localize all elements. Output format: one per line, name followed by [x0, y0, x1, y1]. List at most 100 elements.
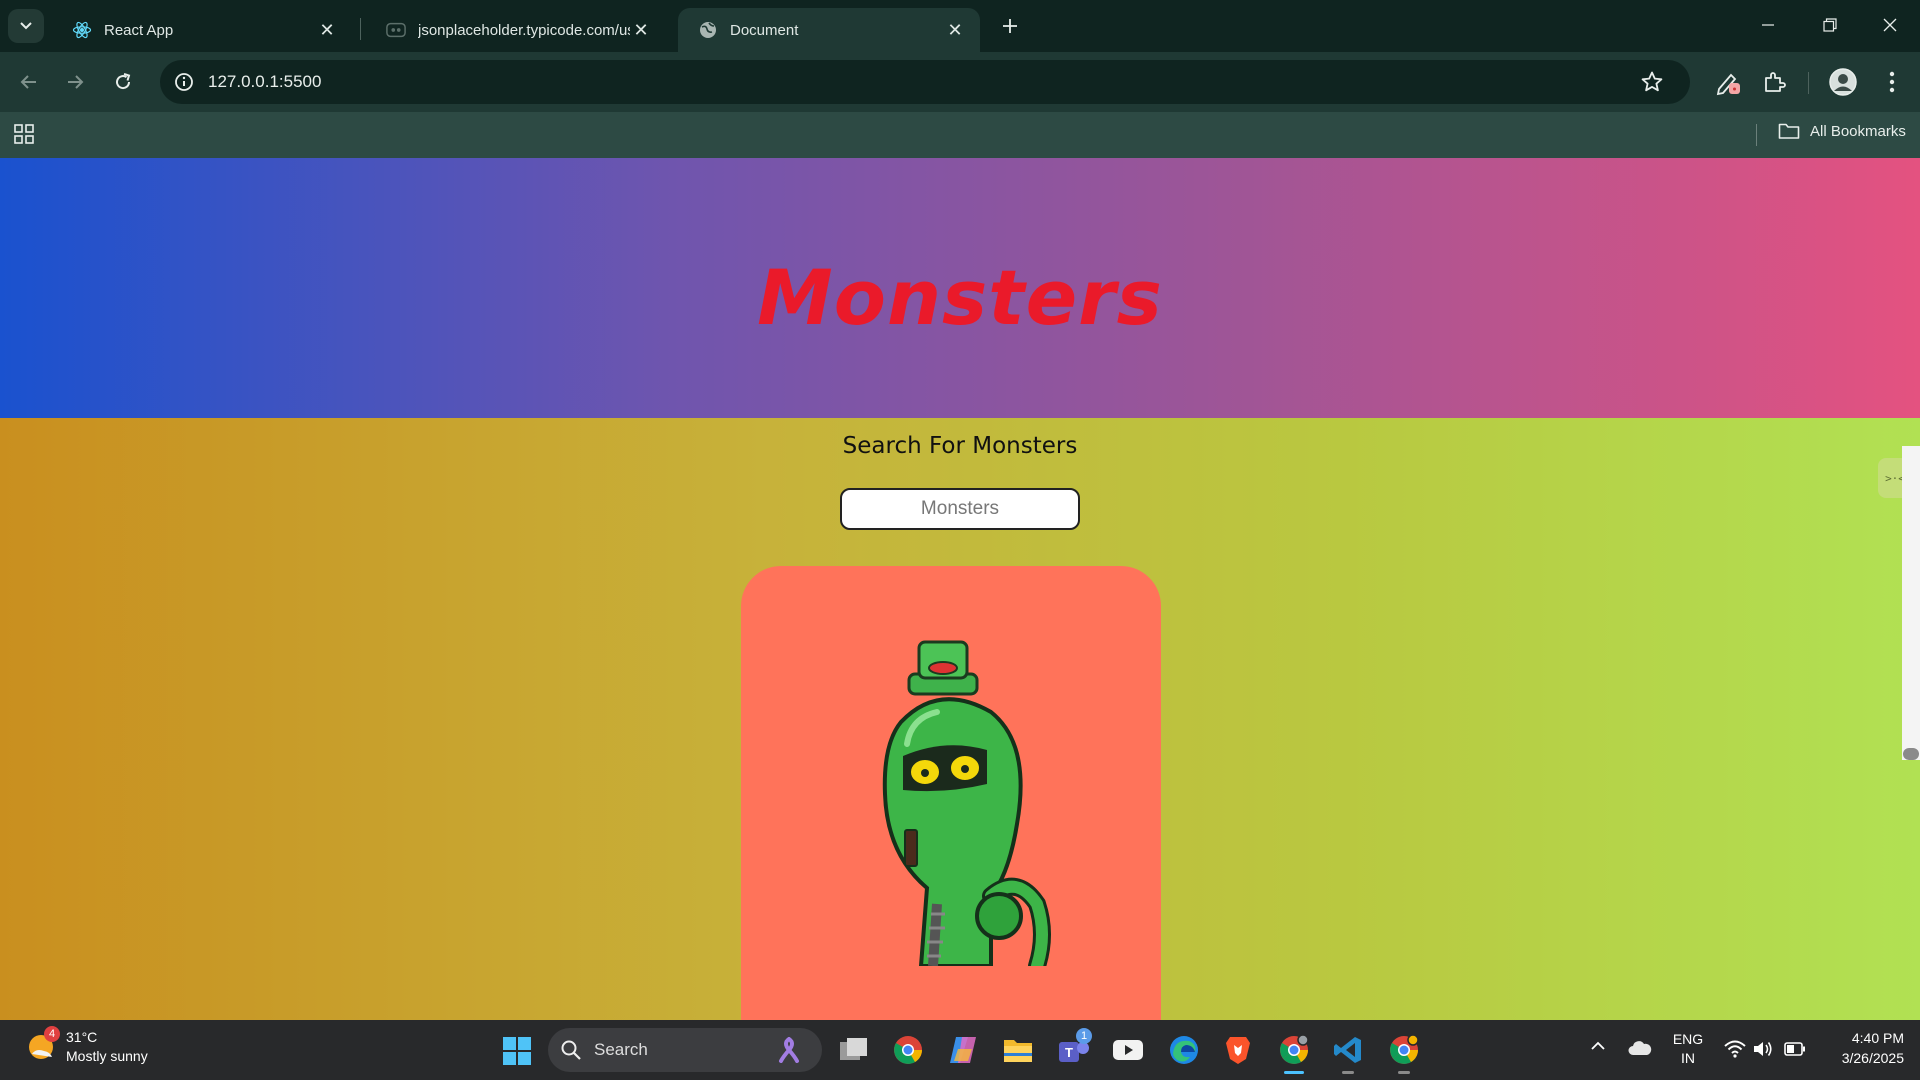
browser-toolbar: 127.0.0.1:5500 [0, 52, 1920, 112]
all-bookmarks-label: All Bookmarks [1810, 122, 1906, 140]
tab-title: jsonplaceholder.typicode.com/users [418, 21, 630, 39]
bookmarks-bar: All Bookmarks [0, 112, 1920, 158]
task-view-icon [840, 1038, 867, 1060]
open-app-indicator [1398, 1071, 1410, 1074]
hero-banner: Monsters [0, 158, 1920, 418]
tab-document[interactable]: Document ✕ [678, 8, 980, 52]
page-scrollbar[interactable] [1902, 446, 1920, 760]
close-icon[interactable]: ✕ [944, 19, 966, 41]
search-heading: Search For Monsters [842, 433, 1078, 459]
windows-start-icon[interactable] [502, 1036, 532, 1066]
youtube-icon [1113, 1040, 1143, 1060]
restore-icon [1823, 18, 1837, 32]
forward-button[interactable] [59, 66, 91, 98]
arrow-left-icon [20, 75, 36, 89]
taskbar-brave[interactable] [1218, 1030, 1258, 1070]
weather-temp: 31°C [66, 1029, 98, 1045]
clock-time: 4:40 PM [1851, 1030, 1904, 1046]
copilot-icon [950, 1037, 976, 1063]
battery-icon[interactable] [1784, 1042, 1806, 1059]
all-bookmarks-button[interactable]: All Bookmarks [1778, 122, 1906, 140]
teams-badge: 1 [1076, 1028, 1092, 1044]
site-info-icon[interactable] [164, 72, 204, 92]
address-bar[interactable]: 127.0.0.1:5500 [160, 60, 1690, 104]
chrome-icon [1390, 1035, 1419, 1064]
apps-grid-icon[interactable] [12, 122, 38, 148]
weather-desc: Mostly sunny [66, 1048, 148, 1064]
language-code: ENG [1672, 1031, 1704, 1047]
taskbar-chrome[interactable] [888, 1030, 928, 1070]
taskbar-vscode[interactable] [1328, 1030, 1368, 1074]
plus-icon [1003, 19, 1017, 33]
back-button[interactable] [13, 66, 45, 98]
chrome-icon [894, 1036, 922, 1064]
reload-button[interactable] [107, 66, 139, 98]
taskbar-file-explorer[interactable] [998, 1030, 1038, 1070]
sun-icon: 4 [26, 1026, 60, 1062]
close-icon[interactable]: ✕ [630, 19, 652, 41]
bookmark-star-icon[interactable] [1640, 70, 1664, 99]
taskbar-chrome-canary[interactable] [1384, 1030, 1424, 1074]
weather-widget[interactable]: 4 31°C Mostly sunny [26, 1026, 148, 1066]
folder-icon [1778, 123, 1800, 139]
close-window-button[interactable] [1868, 8, 1912, 42]
scrollbar-thumb[interactable] [1903, 748, 1919, 760]
windows-taskbar: 4 31°C Mostly sunny Search T 1 ENG IN 4:… [0, 1020, 1920, 1080]
main-content: Search For Monsters Monsters >·< [0, 418, 1920, 1020]
monster-card[interactable] [741, 566, 1161, 1020]
taskbar-search-label: Search [594, 1040, 648, 1059]
edge-icon [1170, 1036, 1198, 1064]
new-tab-button[interactable] [996, 12, 1024, 40]
tab-strip: React App ✕ jsonplaceholder.typicode.com… [0, 0, 1920, 52]
minimize-icon [1762, 24, 1774, 26]
weather-badge: 4 [44, 1026, 60, 1042]
taskbar-search[interactable]: Search [548, 1028, 822, 1072]
language-indicator[interactable]: ENG IN [1672, 1030, 1704, 1068]
page-viewport: Monsters Search For Monsters Monsters >·… [0, 158, 1920, 1020]
taskbar-youtube[interactable] [1108, 1030, 1148, 1070]
taskbar-task-view[interactable] [834, 1030, 874, 1070]
chevron-up-icon [1591, 1041, 1605, 1050]
tab-search-button[interactable] [8, 9, 44, 43]
react-icon [72, 20, 92, 40]
brave-icon [1226, 1037, 1250, 1064]
tab-title: React App [104, 21, 174, 39]
toolbar-divider [1808, 72, 1809, 94]
clock-date: 3/26/2025 [1841, 1050, 1904, 1066]
region-code: IN [1681, 1050, 1695, 1066]
minimize-button[interactable] [1746, 8, 1790, 42]
onedrive-cloud-icon[interactable] [1628, 1040, 1652, 1059]
svg-text:T: T [1065, 1045, 1073, 1060]
chevron-down-icon [20, 22, 32, 30]
monster-robot-image [882, 640, 1051, 966]
extension-pen-icon[interactable] [1712, 66, 1744, 98]
close-icon [1883, 18, 1897, 32]
chrome-icon [1280, 1035, 1309, 1064]
volume-icon[interactable] [1752, 1040, 1774, 1061]
arrow-right-icon [68, 75, 84, 89]
awareness-ribbon-icon [779, 1037, 799, 1063]
page-title: Monsters [757, 253, 1163, 342]
taskbar-copilot[interactable] [944, 1030, 984, 1070]
jsonplaceholder-icon [386, 20, 406, 40]
tab-react-app[interactable]: React App ✕ [52, 8, 352, 52]
system-clock[interactable]: 4:40 PM 3/26/2025 [1820, 1028, 1904, 1068]
taskbar-edge[interactable] [1164, 1030, 1204, 1070]
extensions-puzzle-icon[interactable] [1758, 66, 1790, 98]
taskbar-teams[interactable]: T 1 [1054, 1028, 1094, 1070]
show-hidden-icons-button[interactable] [1590, 1038, 1606, 1054]
taskbar-chrome-profile[interactable] [1274, 1030, 1314, 1074]
restore-button[interactable] [1808, 8, 1852, 42]
close-icon[interactable]: ✕ [316, 19, 338, 41]
vscode-icon [1334, 1037, 1361, 1063]
wifi-icon[interactable] [1724, 1040, 1746, 1061]
tab-jsonplaceholder[interactable]: jsonplaceholder.typicode.com/users ✕ [366, 8, 666, 52]
active-app-indicator [1284, 1071, 1304, 1074]
search-icon [561, 1040, 581, 1060]
url-text[interactable]: 127.0.0.1:5500 [208, 72, 321, 92]
profile-avatar-icon[interactable] [1827, 66, 1859, 98]
search-input[interactable] [840, 488, 1080, 530]
menu-kebab-icon[interactable] [1876, 66, 1908, 98]
folder-icon [1004, 1040, 1032, 1062]
tab-divider [360, 18, 361, 40]
